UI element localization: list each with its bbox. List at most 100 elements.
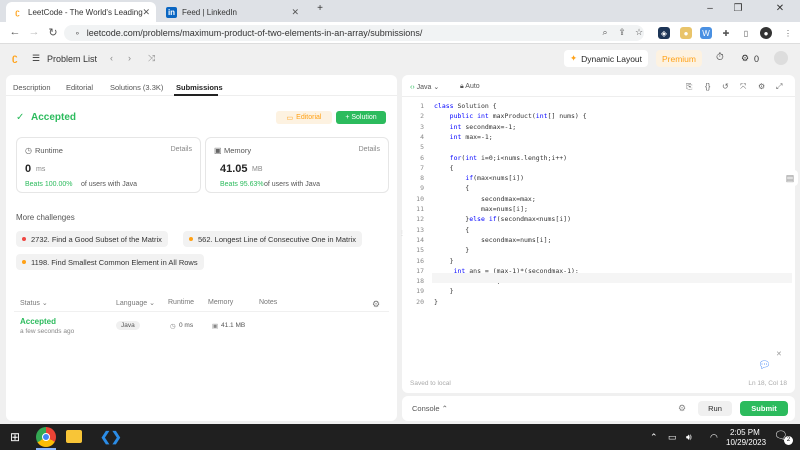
table-row[interactable]: Accepted a few seconds ago Java ◷ 0 ms ▣… (14, 313, 389, 339)
shuffle-icon[interactable]: ⤧ (740, 82, 746, 92)
code-line[interactable]: { (434, 184, 469, 192)
forward-icon[interactable]: → (27, 26, 41, 38)
memory-details-link[interactable]: Details (359, 146, 380, 153)
code-line[interactable]: for(int i=0;i<nums.length;i++) (434, 154, 567, 162)
clock-date[interactable]: 10/29/2023 (726, 438, 766, 447)
dynamic-layout-button[interactable]: ✦ Dynamic Layout (564, 50, 648, 67)
code-line[interactable]: { (434, 226, 469, 234)
challenge-chip[interactable]: 562. Longest Line of Consecutive One in … (183, 231, 363, 247)
puzzle-icon[interactable]: ✚ (720, 27, 732, 39)
runtime-details-link[interactable]: Details (171, 146, 192, 153)
restore-icon[interactable]: ❐ (728, 3, 748, 14)
submit-button[interactable]: Submit (740, 401, 788, 416)
run-button[interactable]: Run (698, 401, 732, 416)
windows-start-icon[interactable]: ⊞ (10, 430, 20, 444)
settings-icon[interactable]: ⚙ (678, 403, 686, 414)
language-selector[interactable]: ‹› Java ⌄ (410, 83, 439, 91)
code-line[interactable]: class Solution { (434, 102, 497, 110)
menu-icon[interactable]: ⋮ (782, 27, 794, 39)
shuffle-icon[interactable]: ⤨ (148, 53, 155, 64)
row-status[interactable]: Accepted (20, 317, 56, 326)
panel-resize-handle[interactable]: ⋮ (399, 230, 405, 240)
reset-icon[interactable]: ↺ (722, 82, 729, 91)
challenge-chip[interactable]: 1198. Find Smallest Common Element in Al… (16, 254, 204, 270)
code-line[interactable]: }else if(secondmax<nums[i]) (434, 215, 571, 223)
extension-icon[interactable]: ● (680, 27, 692, 39)
tab-linkedin[interactable]: in Feed | LinkedIn ✕ (160, 2, 305, 22)
code-line[interactable]: { (434, 164, 454, 172)
column-status[interactable]: Status ⌄ (20, 299, 48, 307)
code-line[interactable]: secondmax=max; (434, 195, 536, 203)
close-icon[interactable]: ✕ (142, 7, 150, 18)
problem-list-icon[interactable]: ☰ (32, 53, 40, 64)
code-line[interactable]: int max=-1; (434, 133, 493, 141)
bookmark-icon[interactable]: ⎘ (686, 82, 692, 92)
share-icon[interactable]: ⇪ (615, 27, 629, 38)
code-line[interactable]: } (434, 257, 454, 265)
extension-icon[interactable]: W (700, 27, 712, 39)
profile-icon[interactable]: ● (760, 27, 772, 39)
add-solution-button[interactable]: + Solution (336, 111, 386, 124)
extension-icon[interactable]: ◈ (658, 27, 670, 39)
console-toggle[interactable]: Console ⌃ (412, 404, 448, 413)
reload-icon[interactable]: ↻ (46, 26, 60, 39)
code-line[interactable]: public int maxProduct(int[] nums) { (434, 112, 587, 120)
mode-label: Auto (465, 83, 480, 90)
clock-time[interactable]: 2:05 PM (730, 428, 760, 437)
close-icon[interactable]: ✕ (776, 350, 782, 358)
braces-icon[interactable]: {} (705, 82, 710, 91)
difficulty-dot (189, 237, 193, 241)
mode-selector[interactable]: 🔒︎ Auto (460, 83, 480, 91)
code-line[interactable]: } (434, 246, 469, 254)
tab-leetcode[interactable]: ʗ LeetCode - The World's Leading ✕ (6, 2, 156, 22)
difficulty-dot (22, 260, 26, 264)
tab-editorial[interactable]: Editorial (66, 83, 93, 92)
url-input[interactable]: ⚬ leetcode.com/problems/maximum-product-… (64, 25, 644, 41)
side-panel-icon[interactable]: ▤ (782, 170, 798, 186)
window-close-icon[interactable]: ✕ (770, 3, 790, 14)
code-line[interactable]: max=nums[i]; (434, 205, 528, 213)
problem-list-link[interactable]: Problem List (47, 54, 97, 64)
vscode-icon[interactable]: ❮❯ (100, 429, 122, 445)
premium-button[interactable]: Premium (656, 50, 702, 67)
leetcode-logo-icon[interactable]: ʗ (12, 53, 18, 64)
search-icon[interactable]: ⌕ (598, 27, 612, 38)
close-icon[interactable]: ✕ (291, 7, 299, 18)
minimize-icon[interactable]: – (700, 3, 720, 14)
next-problem-icon[interactable]: › (128, 53, 131, 63)
chevron-up-icon[interactable]: ⌃ (650, 432, 658, 443)
tab-solutions[interactable]: Solutions (3.3K) (110, 83, 163, 92)
new-tab-icon[interactable]: + (310, 3, 330, 14)
column-language[interactable]: Language ⌄ (116, 299, 155, 307)
code-line[interactable]: } (434, 287, 454, 295)
prev-problem-icon[interactable]: ‹ (110, 53, 113, 63)
back-icon[interactable]: ← (8, 26, 22, 38)
tab-description[interactable]: Description (13, 83, 51, 92)
code-line[interactable]: secondmax=nums[i]; (434, 236, 551, 244)
file-explorer-icon[interactable] (66, 430, 82, 443)
chat-icon[interactable]: 💬︎ (758, 360, 772, 374)
settings-icon[interactable]: ⚙ (758, 82, 765, 91)
challenge-chip[interactable]: 2732. Find a Good Subset of the Matrix (16, 231, 168, 247)
timer-icon[interactable]: ⏱ (716, 52, 724, 63)
browser-tab-strip: ʗ LeetCode - The World's Leading ✕ in Fe… (0, 0, 800, 22)
notification-icon[interactable]: ⚙ (741, 53, 749, 64)
code-line[interactable]: int secondmax=-1; (434, 123, 517, 131)
tab-submissions[interactable]: Submissions (176, 83, 223, 92)
expand-icon[interactable]: ⤢ (776, 82, 782, 92)
row-memory: 41.1 MB (221, 322, 246, 329)
site-info-icon[interactable]: ⚬ (74, 29, 81, 38)
avatar[interactable] (774, 51, 788, 65)
linkedin-icon: in (166, 6, 177, 18)
sidebar-icon[interactable]: ▯ (740, 27, 752, 39)
network-icon[interactable]: ▭ (668, 432, 677, 443)
wifi-icon[interactable]: ◠ (710, 432, 718, 443)
chrome-icon[interactable] (36, 427, 56, 447)
bookmark-star-icon[interactable]: ☆ (632, 27, 646, 38)
code-line[interactable]: if(max<nums[i]) (434, 174, 524, 182)
volume-icon[interactable]: 🔊︎ (686, 432, 692, 443)
editorial-button[interactable]: ▭ Editorial (276, 111, 332, 124)
line-number: 16 (416, 256, 424, 265)
settings-icon[interactable]: ⚙ (372, 299, 380, 310)
code-line[interactable]: } (434, 298, 438, 306)
